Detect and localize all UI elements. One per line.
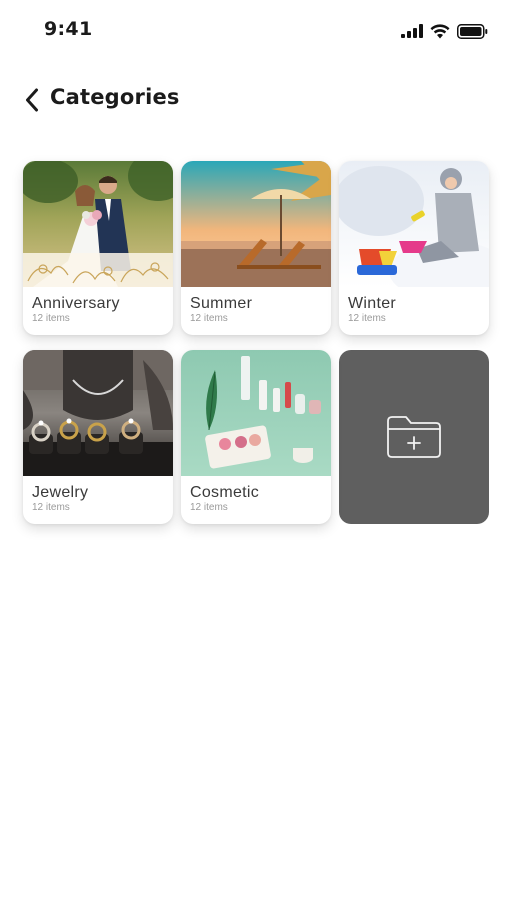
category-title: Cosmetic — [190, 484, 260, 501]
cosmetic-thumbnail — [181, 350, 331, 476]
anniversary-thumbnail — [23, 161, 173, 287]
category-title: Jewelry — [32, 484, 89, 501]
back-button[interactable] — [18, 84, 46, 116]
nav-header: Categories — [0, 78, 506, 122]
category-count: 12 items — [32, 313, 70, 324]
category-card-summer[interactable]: Summer 12 items — [181, 161, 331, 335]
summer-thumbnail — [181, 161, 331, 287]
cellular-signal-icon — [401, 24, 423, 38]
category-title: Anniversary — [32, 295, 120, 312]
jewelry-thumbnail — [23, 350, 173, 476]
winter-thumbnail — [339, 161, 489, 287]
category-card-cosmetic[interactable]: Cosmetic 12 items — [181, 350, 331, 524]
categories-grid: Anniversary 12 items Summer 12 items Win… — [23, 161, 490, 524]
page-title: Categories — [50, 85, 180, 109]
add-category-button[interactable] — [339, 350, 489, 524]
category-title: Winter — [348, 295, 397, 312]
category-card-jewelry[interactable]: Jewelry 12 items — [23, 350, 173, 524]
category-count: 12 items — [348, 313, 386, 324]
category-count: 12 items — [32, 502, 70, 513]
chevron-left-icon — [26, 88, 38, 112]
status-icons — [401, 22, 488, 40]
add-folder-icon — [387, 416, 441, 458]
category-count: 12 items — [190, 313, 228, 324]
category-card-anniversary[interactable]: Anniversary 12 items — [23, 161, 173, 335]
wifi-icon — [430, 23, 450, 38]
status-time: 9:41 — [44, 18, 93, 40]
category-card-winter[interactable]: Winter 12 items — [339, 161, 489, 335]
category-title: Summer — [190, 295, 253, 312]
battery-icon — [457, 23, 488, 39]
category-count: 12 items — [190, 502, 228, 513]
status-bar: 9:41 — [0, 0, 506, 62]
